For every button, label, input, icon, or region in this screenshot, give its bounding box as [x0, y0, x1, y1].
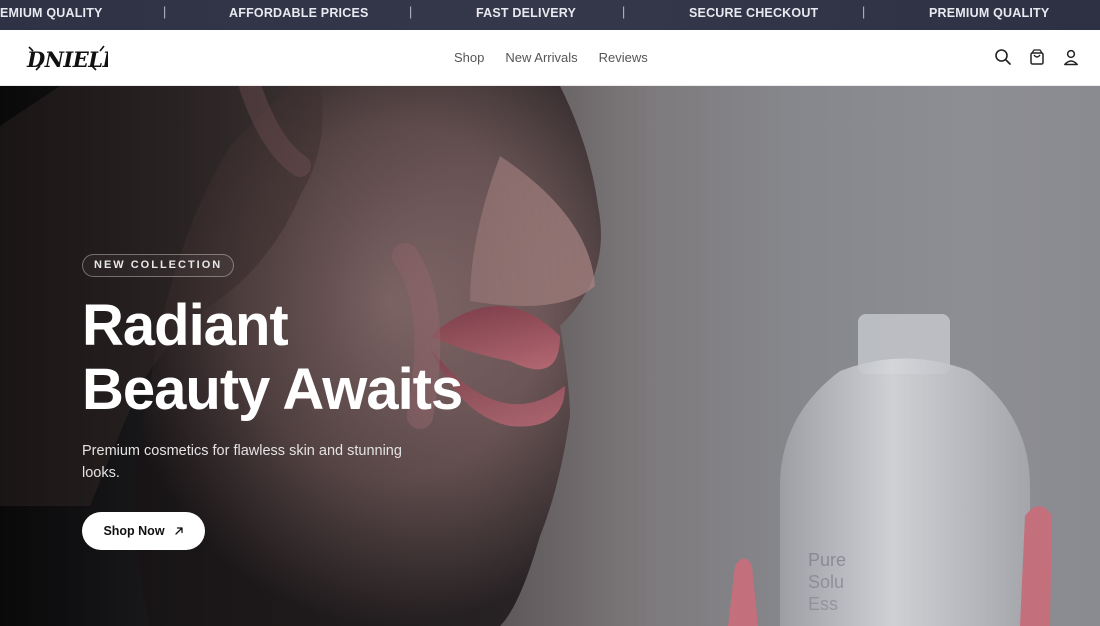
marquee-separator: |	[622, 5, 626, 19]
header-actions	[994, 48, 1080, 66]
marquee-item: FAST DELIVERY	[476, 6, 577, 20]
new-collection-badge: NEW COLLECTION	[82, 254, 235, 277]
main-nav: Shop New Arrivals Reviews	[454, 50, 648, 65]
hero-title-line: Radiant	[82, 293, 289, 358]
announcement-marquee: EMIUM QUALITY | AFFORDABLE PRICES | FAST…	[0, 0, 1100, 30]
hero-subtitle: Premium cosmetics for flawless skin and …	[82, 443, 402, 481]
brand-logo[interactable]: DNIELLE	[26, 42, 134, 74]
marquee-separator: |	[862, 5, 866, 19]
shop-now-label: Shop Now	[103, 524, 165, 538]
marquee-item: SECURE CHECKOUT	[689, 6, 819, 20]
nav-reviews[interactable]: Reviews	[599, 50, 648, 65]
nav-shop[interactable]: Shop	[454, 50, 484, 65]
shop-now-button[interactable]: Shop Now	[82, 512, 205, 550]
hero-title: Radiant Beauty Awaits	[82, 294, 642, 422]
user-icon[interactable]	[1062, 48, 1080, 66]
hero-title-line: Beauty Awaits	[82, 357, 463, 422]
marquee-separator: |	[163, 5, 167, 19]
site-header: DNIELLE Shop New Arrivals Reviews	[0, 30, 1100, 86]
brand-logo-wordmark: DNIELLE	[26, 45, 134, 72]
cart-icon[interactable]	[1028, 48, 1046, 66]
marquee-item: AFFORDABLE PRICES	[229, 6, 369, 20]
marquee-item: PREMIUM QUALITY	[929, 6, 1050, 20]
marquee-separator: |	[409, 5, 413, 19]
search-icon[interactable]	[994, 48, 1012, 66]
arrow-up-right-icon	[174, 527, 183, 535]
hero-section: Pure Solu Ess NEW COLLECTION Radiant Bea…	[0, 86, 1100, 626]
nav-new-arrivals[interactable]: New Arrivals	[505, 50, 577, 65]
marquee-item: EMIUM QUALITY	[0, 6, 103, 20]
